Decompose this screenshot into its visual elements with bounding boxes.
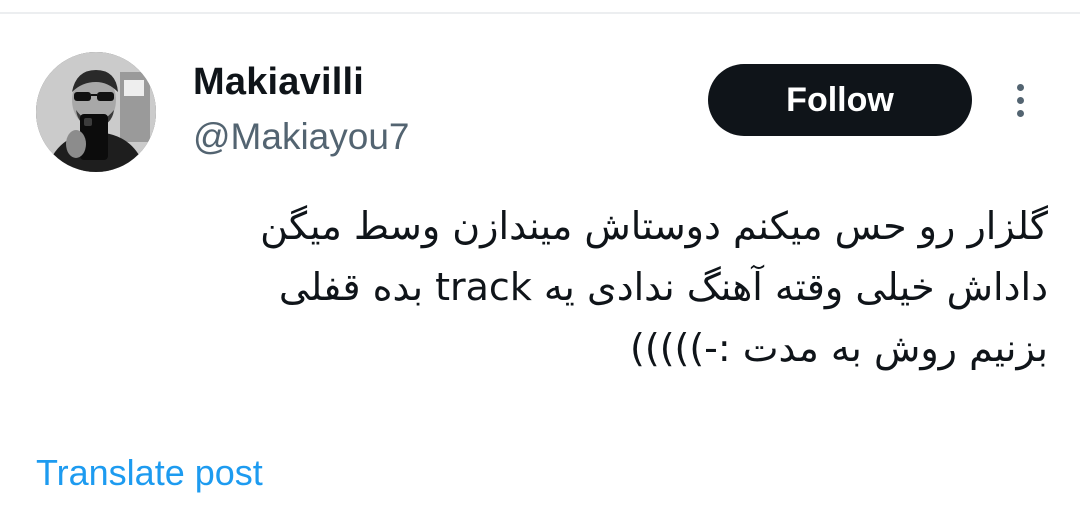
post-text-line: داداش خیلی وقته آهنگ ندادی یه track بده … (278, 265, 1048, 309)
avatar[interactable] (36, 52, 156, 172)
follow-button[interactable]: Follow (708, 64, 972, 136)
post-header: Makiavilli @Makiayou7 Follow (0, 48, 1080, 178)
user-handle[interactable]: @Makiayou7 (193, 116, 410, 158)
post-text: گلزار رو حس میکنم دوستاش میندازن وسط میگ… (40, 196, 1048, 379)
post-text-line: گلزار رو حس میکنم دوستاش میندازن وسط میگ… (260, 204, 1048, 248)
more-options-button[interactable] (1000, 80, 1040, 120)
user-avatar-icon (36, 52, 156, 172)
translate-post-link[interactable]: Translate post (36, 452, 263, 494)
display-name[interactable]: Makiavilli (193, 61, 364, 104)
top-divider (0, 12, 1080, 14)
post-text-line: بزنیم روش به مدت :-))))) (630, 326, 1048, 370)
more-vertical-icon-dot-2 (1016, 96, 1024, 104)
more-vertical-icon (1016, 83, 1024, 91)
more-vertical-icon-dot-3 (1016, 109, 1024, 117)
